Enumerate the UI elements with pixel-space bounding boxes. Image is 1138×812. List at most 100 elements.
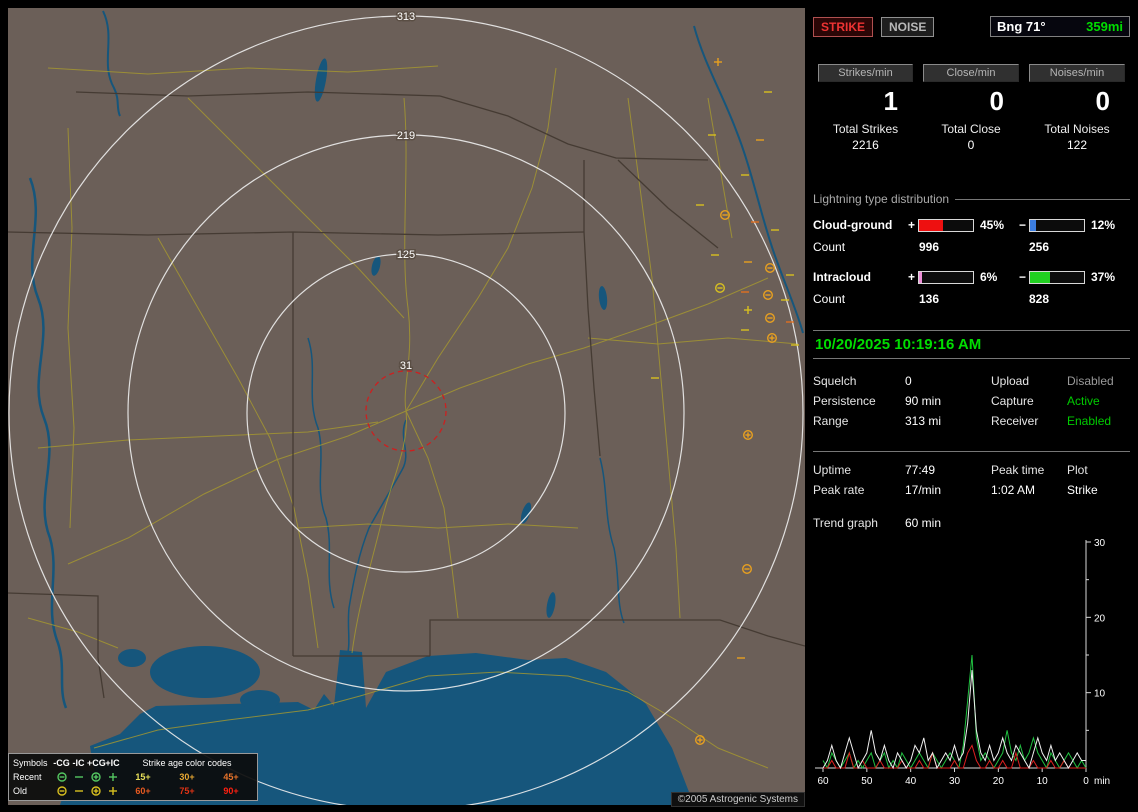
x-tick-label: 30 (949, 776, 961, 787)
plus-icon (104, 771, 121, 783)
bearing-box: Bng 71° 359mi (990, 16, 1130, 37)
close-per-min-value: 0 (918, 86, 1024, 116)
uptime-label: Uptime (813, 463, 905, 477)
total-strikes-label: Total Strikes (813, 122, 918, 136)
trend-series-close (823, 745, 1086, 768)
datetime-display: 10/20/2025 10:19:16 AM (813, 331, 1130, 358)
age-code: 45+ (223, 772, 238, 782)
upload-label: Upload (991, 374, 1067, 388)
x-tick-label: 40 (905, 776, 917, 787)
total-noises-value: 122 (1024, 138, 1130, 152)
trend-series-noises (823, 655, 1086, 768)
ring-label-125: 125 (397, 249, 415, 261)
x-tick-label: 60 (817, 776, 829, 787)
noises-per-min-button[interactable]: Noises/min (1029, 64, 1125, 82)
bearing-range-value: 359mi (1086, 19, 1123, 34)
plus-icon (104, 785, 121, 797)
intracloud-row: Intracloud + 6% − 37% (813, 266, 1130, 288)
legend-old-label: Old (13, 786, 53, 796)
y-tick-label: 30 (1094, 538, 1106, 549)
ring-label-219: 219 (397, 130, 415, 142)
circle-minus-icon (53, 785, 70, 797)
capture-status: Active (1067, 394, 1130, 408)
divider (813, 358, 1130, 359)
trend-window-value: 60 min (905, 516, 1130, 530)
settings-row: Persistence 90 min Capture Active (813, 391, 1130, 411)
count-label: Count (813, 292, 905, 306)
divider (813, 451, 1130, 452)
circle-plus-icon (87, 785, 104, 797)
legend-age-title: Strike age color codes (121, 758, 253, 768)
lake-pontchartrain (150, 646, 260, 698)
cg-positive-pct: 45% (976, 218, 1016, 232)
receiver-status: Enabled (1067, 414, 1130, 428)
minus-icon (70, 771, 87, 783)
noise-button[interactable]: NOISE (881, 17, 934, 37)
close-per-min-button[interactable]: Close/min (923, 64, 1019, 82)
peak-rate-label: Peak rate (813, 483, 905, 497)
x-tick-label: 10 (1037, 776, 1049, 787)
strikes-per-min-value: 1 (813, 86, 918, 116)
range-label: Range (813, 414, 905, 428)
intracloud-label: Intracloud (813, 270, 905, 284)
x-tick-label: 50 (861, 776, 873, 787)
map-area: 313 219 125 31 Symbols -CG -IC +CG +IC S… (8, 8, 805, 805)
total-noises-label: Total Noises (1024, 122, 1130, 136)
minus-sign: − (1016, 270, 1029, 284)
peak-time-label: Peak time (991, 463, 1067, 477)
total-close-value: 0 (918, 138, 1024, 152)
y-tick-label: 10 (1094, 689, 1106, 700)
y-tick-label: 20 (1094, 613, 1106, 624)
legend-col-pos-ic: +IC (104, 758, 121, 768)
persistence-label: Persistence (813, 394, 905, 408)
peak-time-value: 1:02 AM (991, 483, 1067, 497)
copyright-text: ©2005 Astrogenic Systems (671, 792, 805, 807)
divider (955, 199, 1130, 200)
cg-positive-bar (918, 219, 974, 232)
cg-positive-count: 996 (905, 240, 1015, 254)
cloud-ground-row: Cloud-ground + 45% − 12% (813, 214, 1130, 236)
noises-per-min-value: 0 (1024, 86, 1130, 116)
uptime-value: 77:49 (905, 463, 991, 477)
bearing-value: Bng 71° (997, 19, 1046, 34)
trend-graph: 3020106050403020100min (813, 536, 1130, 788)
distribution-section-header: Lightning type distribution (813, 192, 1130, 206)
age-code: 75+ (179, 786, 194, 796)
ic-count-row: Count 136 828 (813, 288, 1130, 310)
info-section: Uptime 77:49 Peak time Plot Peak rate 17… (813, 460, 1130, 500)
ic-negative-count: 828 (1015, 292, 1130, 306)
age-code: 15+ (135, 772, 150, 782)
persistence-value: 90 min (905, 394, 991, 408)
trend-series-strikes (823, 670, 1086, 768)
capture-label: Capture (991, 394, 1067, 408)
rate-counters: Strikes/min Close/min Noises/min 1 0 0 T… (813, 64, 1130, 152)
cg-count-row: Count 996 256 (813, 236, 1130, 258)
ic-negative-bar (1029, 271, 1085, 284)
trend-plot: 3020106050403020100min (815, 538, 1110, 787)
squelch-value: 0 (905, 374, 991, 388)
strike-button[interactable]: STRIKE (813, 17, 873, 37)
plot-label: Plot (1067, 463, 1130, 477)
plot-value: Strike (1067, 483, 1130, 497)
ic-positive-count: 136 (905, 292, 1015, 306)
upload-status: Disabled (1067, 374, 1130, 388)
cg-negative-pct: 12% (1087, 218, 1121, 232)
lightning-map[interactable]: 313 219 125 31 (8, 8, 805, 805)
minus-icon (70, 785, 87, 797)
settings-row: Range 313 mi Receiver Enabled (813, 411, 1130, 431)
x-tick-label: 20 (993, 776, 1005, 787)
circle-minus-icon (53, 771, 70, 783)
x-tick-label: 0 (1083, 776, 1089, 787)
ring-label-31: 31 (400, 360, 412, 372)
trend-graph-label: Trend graph (813, 516, 905, 530)
ic-positive-pct: 6% (976, 270, 1016, 284)
age-code: 90+ (223, 786, 238, 796)
legend-col-neg-ic: -IC (70, 758, 87, 768)
trend-header: Trend graph 60 min (813, 516, 1130, 530)
distribution-title: Lightning type distribution (813, 192, 949, 206)
legend-recent-ages: 15+ 30+ 45+ (121, 772, 253, 782)
strikes-per-min-button[interactable]: Strikes/min (818, 64, 913, 82)
plus-sign: + (905, 218, 918, 232)
legend-symbols-label: Symbols (13, 758, 53, 768)
ic-negative-pct: 37% (1087, 270, 1121, 284)
